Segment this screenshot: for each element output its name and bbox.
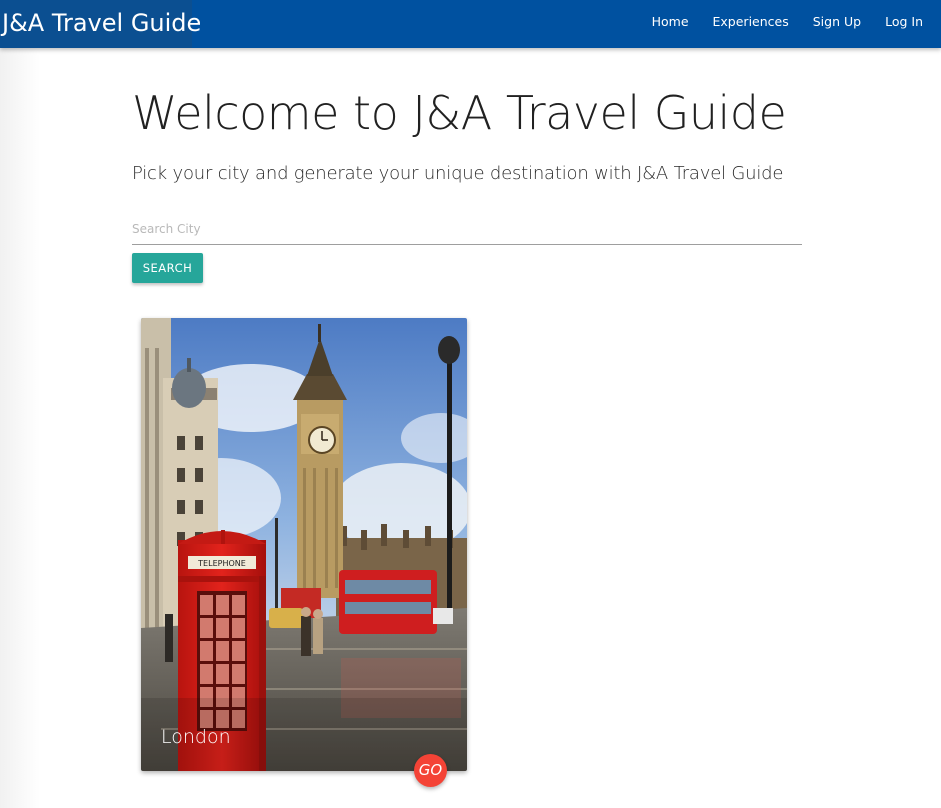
go-button[interactable]: GO	[414, 754, 447, 787]
page-title: Welcome to J&A Travel Guide	[132, 86, 787, 140]
nav-link-home[interactable]: Home	[640, 0, 701, 44]
svg-text:TELEPHONE: TELEPHONE	[197, 559, 246, 568]
search-city-input[interactable]	[132, 214, 802, 245]
brand-logo[interactable]: J&A Travel Guide	[0, 0, 201, 48]
nav-links: Home Experiences Sign Up Log In	[640, 0, 935, 44]
nav-link-experiences[interactable]: Experiences	[701, 0, 801, 44]
page-background-fade	[0, 48, 40, 808]
city-card-london[interactable]: TELEPHONE London GO	[141, 318, 467, 787]
city-card-image: TELEPHONE	[141, 318, 467, 771]
city-card-title: London	[161, 726, 231, 748]
nav-link-log-in[interactable]: Log In	[873, 0, 935, 44]
search-button[interactable]: SEARCH	[132, 253, 203, 283]
navbar: J&A Travel Guide Home Experiences Sign U…	[0, 0, 941, 48]
nav-link-sign-up[interactable]: Sign Up	[801, 0, 873, 44]
page-subtitle: Pick your city and generate your unique …	[132, 163, 784, 184]
